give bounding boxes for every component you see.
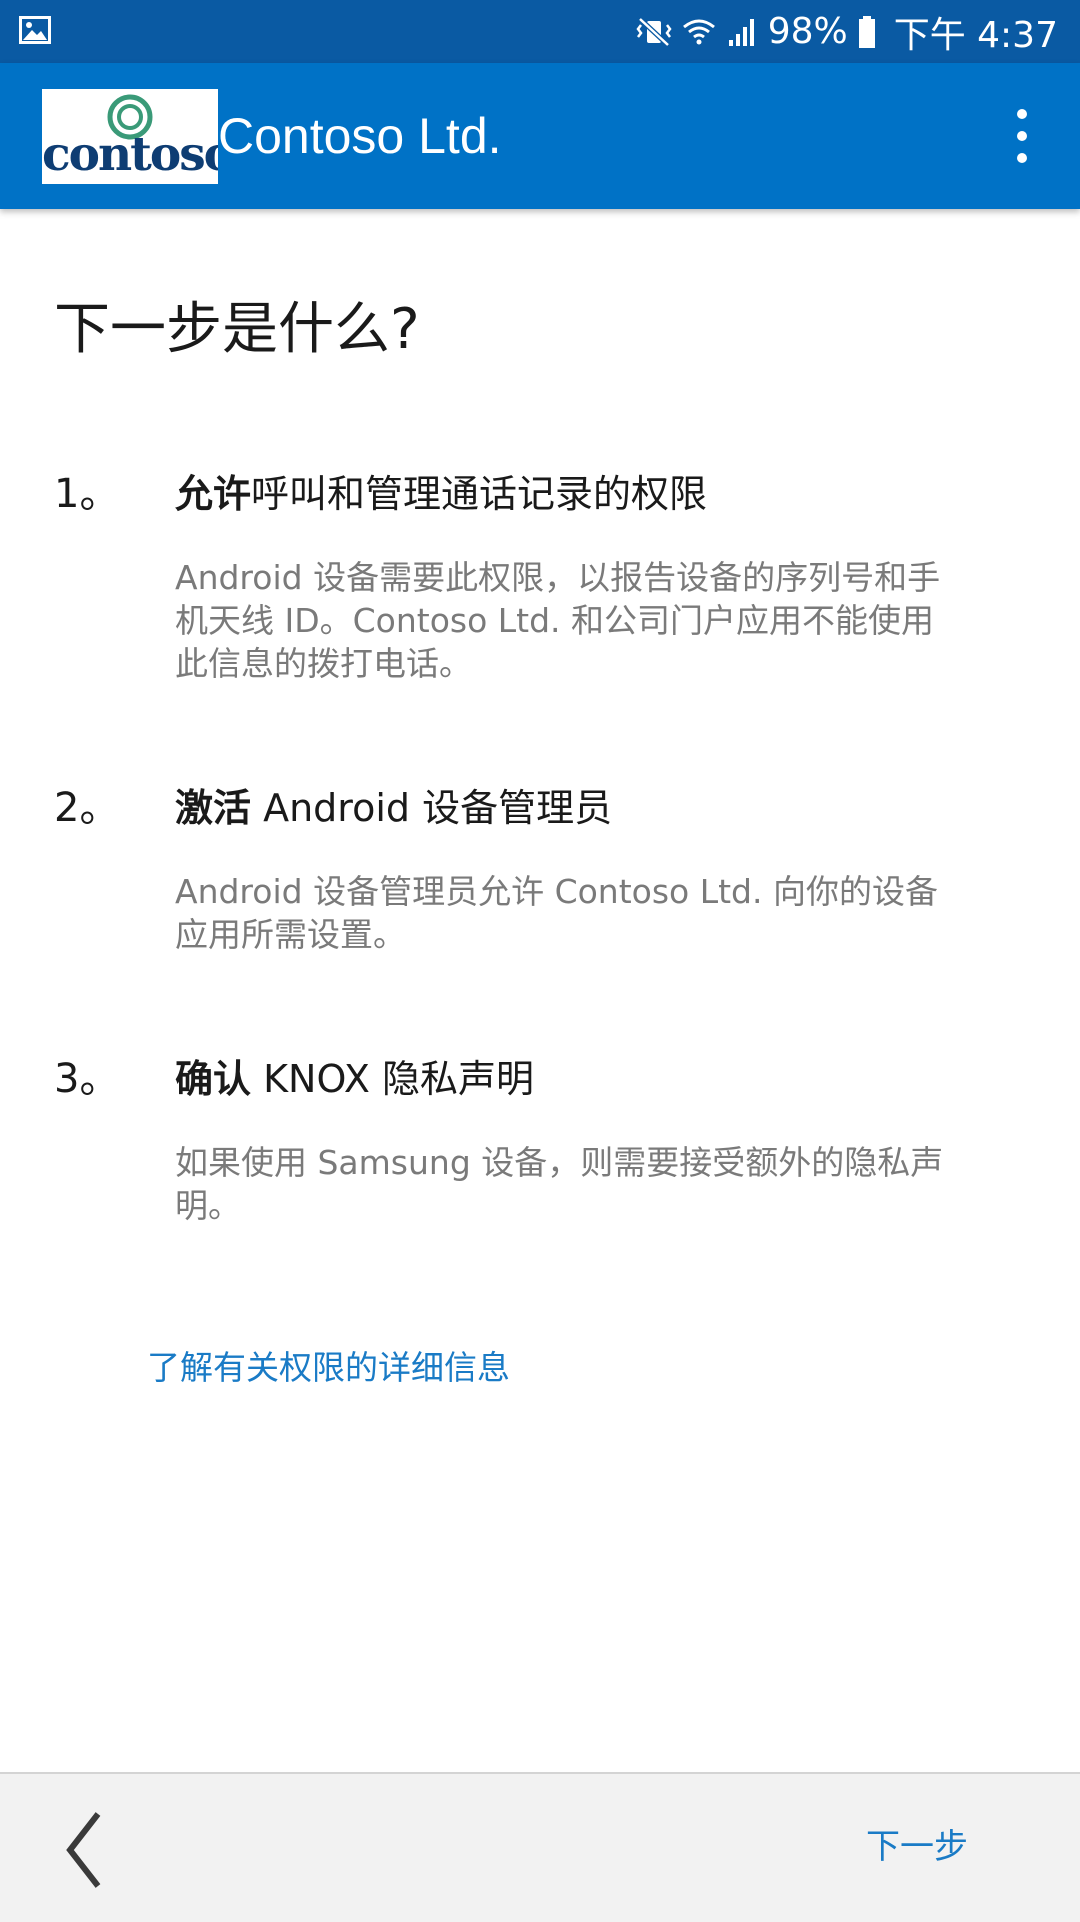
step-description: 如果使用 Samsung 设备，则需要接受额外的隐私声明。 [175,1143,944,1225]
vibrate-mute-icon [636,16,672,47]
app-title: Contoso Ltd. [218,108,502,164]
step-title: 确认 KNOX 隐私声明 [175,1054,534,1104]
status-time: 下午 4:37 [893,14,1058,56]
step-title-bold: 允许 [175,472,252,516]
company-logo: contoso [42,89,218,184]
step-title-rest: KNOX 隐私声明 [251,1057,535,1101]
battery-icon [858,15,875,48]
wifi-icon [682,19,715,44]
more-vert-icon[interactable] [1006,101,1038,171]
learn-more-link[interactable]: 了解有关权限的详细信息 [147,1345,510,1391]
battery-percent: 98% [767,11,848,52]
step-title: 激活 Android 设备管理员 [175,783,612,833]
chevron-left-icon[interactable] [58,1810,108,1890]
bottom-bar: 下一步 [0,1772,1080,1922]
logo-wordmark: contoso [42,127,218,182]
app-bar: contoso Contoso Ltd. [0,63,1080,209]
step-title-bold: 确认 [175,1057,252,1101]
step-number: 3。 [54,1056,120,1102]
step-title-rest: 呼叫和管理通话记录的权限 [251,472,708,516]
step-title: 允许呼叫和管理通话记录的权限 [175,469,707,519]
step-number: 2。 [54,785,120,831]
status-bar: 98% 下午 4:37 [0,0,1080,63]
status-icons: 98% 下午 4:37 [636,0,1058,63]
step-description: Android 设备需要此权限，以报告设备的序列号和手机天线 ID。Contos… [175,558,941,683]
signal-icon [728,18,754,46]
step-number: 1。 [54,471,120,517]
step-title-bold: 激活 [175,786,252,830]
step-title-rest: Android 设备管理员 [251,786,613,830]
step-description: Android 设备管理员允许 Contoso Ltd. 向你的设备应用所需设置… [175,872,938,954]
next-button[interactable]: 下一步 [866,1824,968,1870]
page-title: 下一步是什么? [54,297,420,362]
gallery-icon [19,16,51,44]
